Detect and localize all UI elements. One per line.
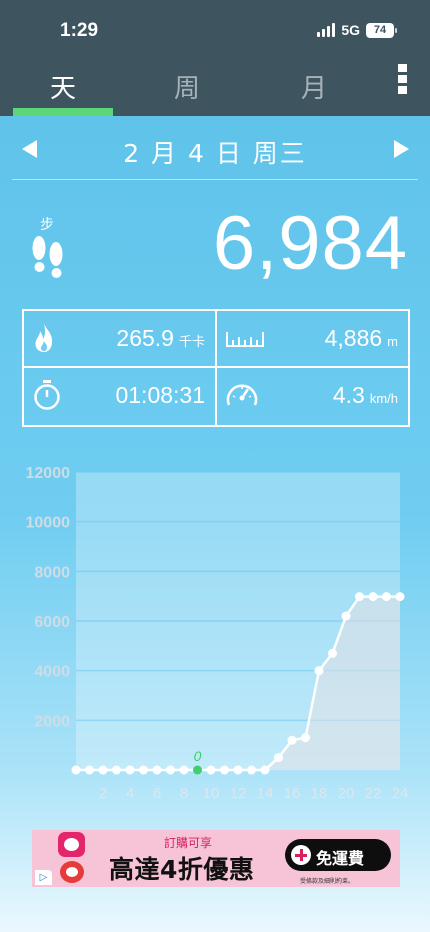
data-point [260,765,270,775]
data-point [287,735,297,745]
speedometer-icon [226,384,258,406]
data-point [85,765,94,775]
data-point [247,765,256,775]
stopwatch-icon [34,380,60,410]
stats-grid: 265.9 千卡 4,886 m 01:08:31 4.3 km/h [22,309,410,427]
ad-fine-print: 受條款及細則約束。 [300,878,355,885]
step-count: 6,984 [212,201,408,286]
calories-unit: 千卡 [178,334,205,349]
plus-icon [291,845,311,865]
speed-value: 4.3 [332,382,365,408]
speed-unit: km/h [369,391,398,406]
calories-value: 265.9 [116,325,174,351]
data-point [341,611,351,621]
highlight-label: 0 [194,748,202,764]
steps-chart: 0200040006000800010000120002 4 6 8 10 12 14 16 1… [26,465,409,802]
data-point [220,765,229,775]
data-point [139,765,148,775]
data-point [166,765,175,775]
data-point [125,765,135,775]
network-type: 5G [341,22,360,38]
y-tick-label: 6000 [34,614,70,631]
overflow-menu-icon[interactable] [398,64,410,94]
speed-stat: 4.3 km/h [217,368,408,423]
x-tick-label: 8 [180,785,188,802]
tab-month[interactable]: 月 [264,68,364,105]
ad-cta-label: 免運費 [316,849,365,868]
ad-small-text: 訂購可享 [164,836,213,850]
data-point [382,592,391,602]
ad-banner[interactable]: 訂購可享 高達4折優惠 免運費 受條款及細則約束。 ▷ [32,830,400,887]
data-point [112,765,121,775]
calories-stat: 265.9 千卡 [24,311,215,366]
x-tick-label: 10 [203,785,220,802]
steps-label: 步 [40,217,54,233]
x-tick-label: 2 [99,785,107,802]
signal-icon [317,23,336,37]
y-tick-label: 4000 [34,664,70,681]
tab-selected-indicator [13,108,113,116]
tab-week[interactable]: 周 [137,68,237,105]
x-tick-label: 4 [126,785,134,802]
data-point [233,765,243,775]
divider [12,179,418,180]
data-point [179,765,189,775]
data-point [206,765,216,775]
x-tick-label: 6 [153,785,161,802]
distance-value: 4,886 [324,325,383,351]
foodpanda-logo-icon [58,832,85,857]
footprints-icon [32,236,63,278]
data-point [274,753,283,763]
distance-stat: 4,886 m [217,311,408,366]
battery-icon: 74 [366,22,397,38]
data-point [98,765,108,775]
data-point [314,666,324,676]
data-point [152,765,162,775]
status-time: 1:29 [60,20,99,41]
previous-day-arrow-icon[interactable] [22,140,37,158]
date-title: 2 月 4 日 周三 [123,139,307,168]
y-tick-label: 8000 [34,564,70,581]
x-tick-label: 16 [284,785,301,802]
y-tick-label: 10000 [26,515,71,532]
x-tick-label: 20 [338,785,355,802]
x-tick-label: 14 [257,785,274,802]
ad-cta-button[interactable]: 免運費 [285,839,391,871]
x-tick-label: 24 [392,785,409,802]
app-header: 1:29 5G 74 天 周 月 [0,0,430,116]
status-indicators: 5G 74 [317,22,397,38]
data-point [395,592,405,602]
duration-value: 01:08:31 [115,382,205,408]
distance-unit: m [387,334,398,349]
y-tick-label: 2000 [34,713,70,730]
data-point [301,733,310,743]
highlight-point [193,765,202,775]
x-tick-label: 18 [311,785,328,802]
data-point [368,592,378,602]
x-tick-label: 22 [365,785,382,802]
next-day-arrow-icon[interactable] [394,140,409,158]
tab-day[interactable]: 天 [13,68,113,105]
ad-choices-icon[interactable]: ▷ [35,870,52,885]
duration-stat: 01:08:31 [24,368,215,423]
x-tick-label: 12 [230,785,247,802]
y-tick-label: 12000 [26,465,71,482]
flame-icon [35,323,53,352]
data-point [71,765,81,775]
data-point [328,648,337,658]
pizza-hut-logo-icon [60,861,84,883]
ruler-icon [226,332,264,347]
data-point [355,592,364,602]
ad-headline: 高達4折優惠 [109,855,255,884]
